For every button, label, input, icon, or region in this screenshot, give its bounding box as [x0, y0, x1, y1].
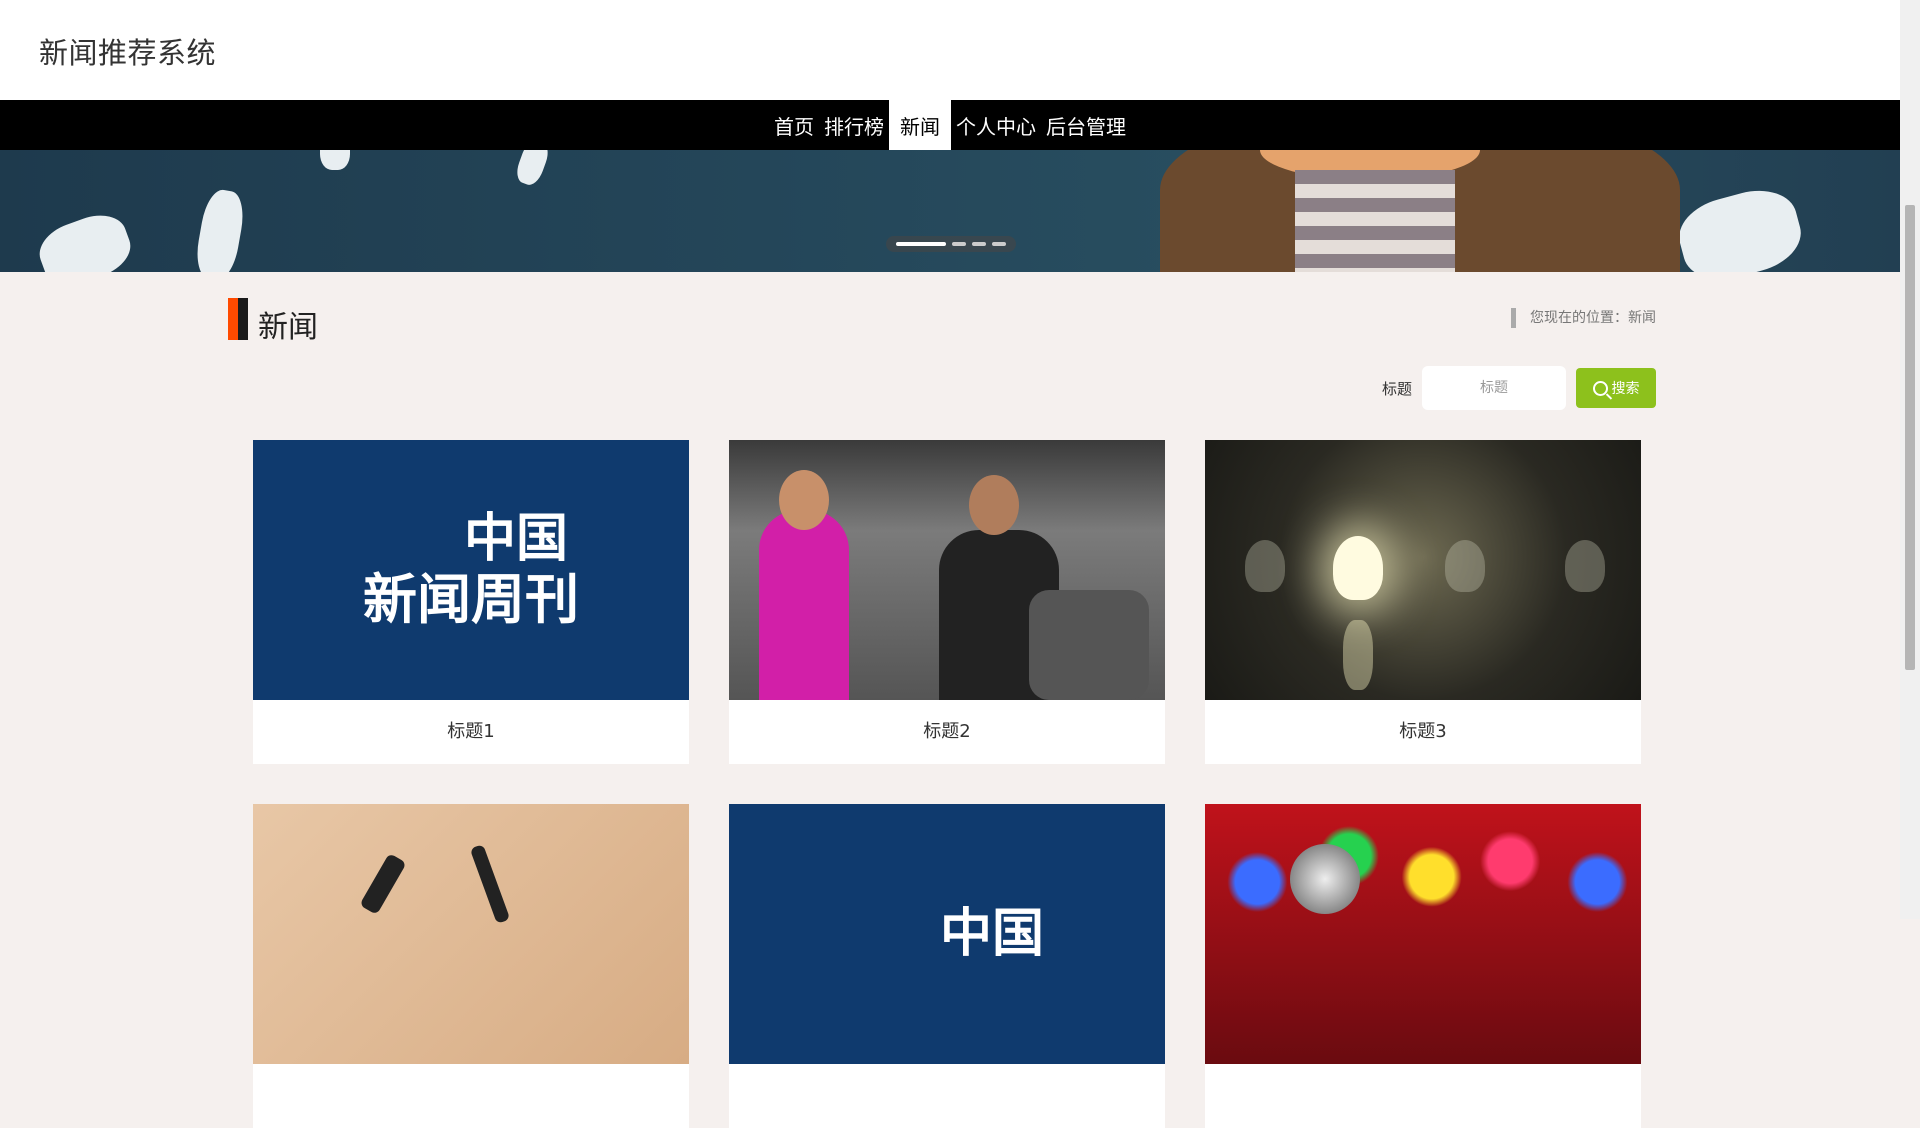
carousel-dot[interactable]	[972, 242, 986, 246]
news-grid: 中国 新闻周刊 标题1 标题2 标题3 中国	[253, 440, 1641, 1128]
carousel-dot[interactable]	[952, 242, 966, 246]
bulb-icon	[1445, 540, 1485, 592]
microphone-icon	[1290, 844, 1360, 914]
news-card[interactable]	[1205, 804, 1641, 1128]
calligraphy-stroke	[359, 853, 407, 915]
search-bar: 标题 搜索	[1382, 366, 1656, 410]
figure-head	[969, 475, 1019, 535]
nav-item-ranking[interactable]: 排行榜	[819, 100, 889, 150]
search-label: 标题	[1381, 379, 1412, 398]
site-title: 新闻推荐系统	[39, 36, 217, 70]
china-newsweek-logo: 中国 新闻周刊	[363, 509, 579, 631]
banner-carousel[interactable]	[0, 150, 1900, 272]
news-card[interactable]: 中国	[729, 804, 1165, 1128]
news-card[interactable]: 中国 新闻周刊 标题1	[253, 440, 689, 764]
breadcrumb: 您现在的位置：新闻	[1511, 308, 1656, 328]
news-title[interactable]: 标题1	[253, 700, 689, 764]
news-image-gym-exercise-photo	[729, 440, 1165, 700]
elliptical-machine	[1029, 590, 1149, 700]
banner-figure-shirt	[1295, 170, 1455, 272]
china-newsweek-logo: 中国	[939, 904, 1044, 964]
news-card[interactable]: 标题3	[1205, 440, 1641, 764]
brush-stroke	[1671, 180, 1809, 272]
nav-item-news[interactable]: 新闻	[889, 100, 951, 150]
main-nav: 首页 排行榜 新闻 个人中心 后台管理	[0, 100, 1900, 150]
news-title[interactable]: 标题2	[729, 700, 1165, 764]
search-input[interactable]	[1422, 366, 1566, 410]
section-marker-icon	[228, 298, 248, 340]
calligraphy-stroke	[469, 844, 511, 924]
news-image-calligraphy-paper-photo	[253, 804, 689, 1064]
scrollbar-thumb[interactable]	[1905, 205, 1915, 670]
news-title[interactable]: 标题3	[1205, 700, 1641, 764]
search-button[interactable]: 搜索	[1576, 368, 1656, 408]
header: 新闻推荐系统	[0, 0, 1900, 100]
brush-stroke	[192, 187, 248, 272]
news-image-china-newsweek-logo: 中国	[729, 804, 1165, 1064]
brush-stroke	[32, 206, 138, 272]
section-header: 新闻 您现在的位置：新闻	[228, 298, 1656, 345]
bulb-reflection	[1343, 620, 1373, 690]
nav-item-profile[interactable]: 个人中心	[951, 100, 1041, 150]
page-scrollbar[interactable]	[1900, 0, 1920, 919]
news-image-light-bulbs-photo	[1205, 440, 1641, 700]
brush-stroke	[513, 150, 552, 188]
bulb-icon	[1565, 540, 1605, 592]
news-card[interactable]	[253, 804, 689, 1128]
search-button-label: 搜索	[1611, 381, 1640, 397]
news-image-microphone-lights-photo	[1205, 804, 1641, 1064]
section-title: 新闻	[258, 310, 318, 345]
search-icon	[1592, 380, 1608, 396]
news-title[interactable]	[729, 1064, 1165, 1128]
nav-item-admin[interactable]: 后台管理	[1041, 100, 1131, 150]
news-title[interactable]	[1205, 1064, 1641, 1128]
carousel-dot[interactable]	[992, 242, 1006, 246]
figure-head	[779, 470, 829, 530]
news-card[interactable]: 标题2	[729, 440, 1165, 764]
nav-item-home[interactable]: 首页	[769, 100, 819, 150]
figure-woman	[759, 510, 849, 700]
news-title[interactable]	[253, 1064, 689, 1128]
brush-stroke	[320, 150, 350, 170]
carousel-dot[interactable]	[896, 242, 946, 246]
carousel-indicators	[886, 236, 1016, 252]
lit-bulb-icon	[1333, 536, 1383, 600]
news-image-china-newsweek-logo: 中国 新闻周刊	[253, 440, 689, 700]
bulb-icon	[1245, 540, 1285, 592]
